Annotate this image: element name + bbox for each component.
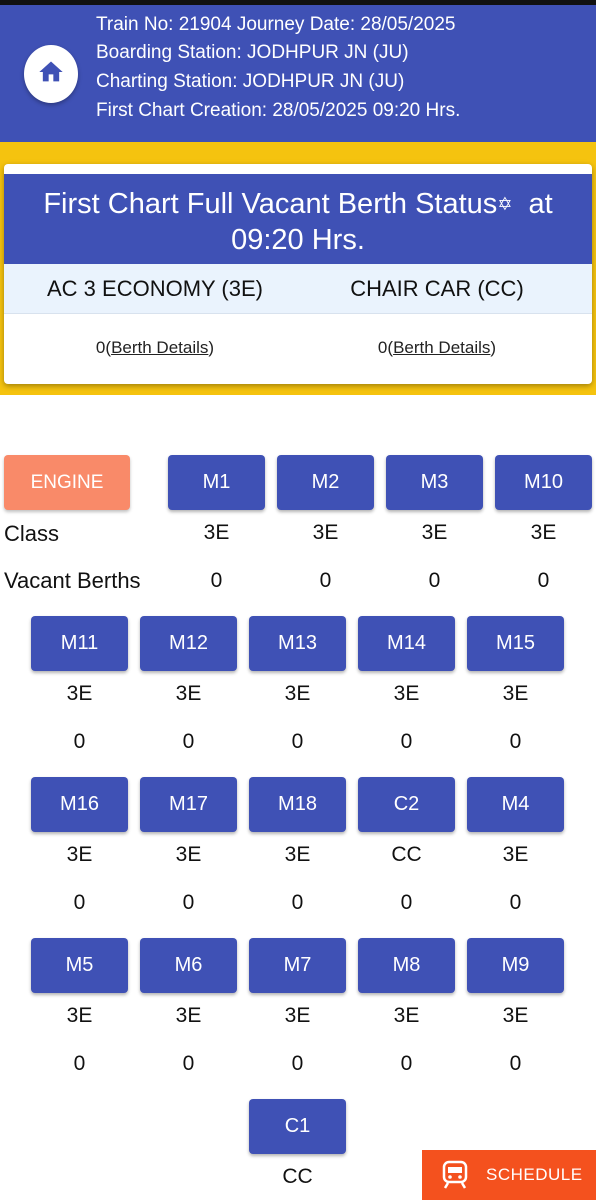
coach-vacant-berths: 0 — [537, 569, 550, 592]
coach-class: CC — [391, 843, 422, 866]
coach-button-m13[interactable]: M13 — [249, 616, 346, 671]
star-of-david-icon: ✡ — [497, 194, 513, 214]
coach-vacant-berths: 0 — [428, 569, 441, 592]
train-icon — [442, 1160, 468, 1190]
coach-class: 3E — [421, 521, 448, 544]
coach-button-m4[interactable]: M4 — [467, 777, 564, 832]
home-icon — [36, 58, 66, 91]
coach-vacant-berths: 0 — [73, 1052, 86, 1075]
coach-class: CC — [282, 1165, 313, 1188]
card-title-text: First Chart Full Vacant Berth Status — [43, 188, 498, 220]
coach-class: 3E — [502, 1004, 529, 1027]
berth-details-link[interactable]: Berth Details — [111, 338, 208, 357]
coach-button-c1[interactable]: C1 — [249, 1099, 346, 1154]
coach-vacant-berths: 0 — [182, 730, 195, 753]
coach-class: 3E — [530, 521, 557, 544]
coach-button-m8[interactable]: M8 — [358, 938, 455, 993]
engine-button[interactable]: ENGINE — [4, 455, 130, 510]
coach-class: 3E — [284, 843, 311, 866]
coach-vacant-berths: 0 — [400, 891, 413, 914]
class-name-3e: AC 3 ECONOMY (3E) — [47, 276, 263, 301]
berth-count-value: 0 — [95, 338, 106, 357]
home-button[interactable] — [24, 45, 78, 103]
coach-button-m6[interactable]: M6 — [140, 938, 237, 993]
coach-button-c2[interactable]: C2 — [358, 777, 455, 832]
train-number-date: Train No: 21904 Journey Date: 28/05/2025 — [96, 14, 456, 35]
coach-button-m11[interactable]: M11 — [31, 616, 128, 671]
coach-button-m7[interactable]: M7 — [249, 938, 346, 993]
coach-class: 3E — [502, 682, 529, 705]
berth-details-link[interactable]: Berth Details — [393, 338, 490, 357]
coach-class: 3E — [66, 843, 93, 866]
coach-button-m5[interactable]: M5 — [31, 938, 128, 993]
coach-vacant-berths: 0 — [509, 730, 522, 753]
first-chart-creation: First Chart Creation: 28/05/2025 09:20 H… — [96, 100, 461, 121]
train-info-header: Train No: 21904 Journey Date: 28/05/2025… — [0, 5, 596, 142]
coach-class: 3E — [502, 843, 529, 866]
coach-button-m17[interactable]: M17 — [140, 777, 237, 832]
charting-station: Charting Station: JODHPUR JN (JU) — [96, 71, 405, 92]
vacant-berth-status-card: First Chart Full Vacant Berth Status✡ at… — [4, 164, 592, 384]
coach-button-m14[interactable]: M14 — [358, 616, 455, 671]
coach-button-m2[interactable]: M2 — [277, 455, 374, 510]
coach-class: 3E — [175, 682, 202, 705]
coach-class: 3E — [66, 682, 93, 705]
coach-vacant-berths: 0 — [400, 1052, 413, 1075]
coach-button-m15[interactable]: M15 — [467, 616, 564, 671]
berth-count-value: 0 — [377, 338, 388, 357]
coach-vacant-berths: 0 — [182, 891, 195, 914]
coach-class: 3E — [312, 521, 339, 544]
coach-vacant-berths: 0 — [210, 569, 223, 592]
coach-vacant-berths: 0 — [509, 1052, 522, 1075]
schedule-label: SCHEDULE — [486, 1165, 583, 1184]
coach-class: 3E — [284, 682, 311, 705]
card-title: First Chart Full Vacant Berth Status✡ at… — [4, 174, 592, 264]
boarding-station: Boarding Station: JODHPUR JN (JU) — [96, 42, 409, 63]
berth-count-cc: 0(Berth Details) — [377, 338, 497, 357]
coach-class: 3E — [393, 1004, 420, 1027]
coach-vacant-berths: 0 — [291, 891, 304, 914]
class-label: Class — [4, 521, 60, 546]
schedule-button[interactable]: SCHEDULE — [422, 1150, 596, 1200]
class-header-row: AC 3 ECONOMY (3E) CHAIR CAR (CC) — [4, 264, 592, 314]
coach-vacant-berths: 0 — [291, 730, 304, 753]
coach-vacant-berths: 0 — [291, 1052, 304, 1075]
coach-vacant-berths: 0 — [509, 891, 522, 914]
coach-button-m12[interactable]: M12 — [140, 616, 237, 671]
coach-class: 3E — [175, 1004, 202, 1027]
coach-class: 3E — [66, 1004, 93, 1027]
berth-count-3e: 0(Berth Details) — [95, 338, 215, 357]
vacant-berths-label: Vacant Berths — [4, 568, 141, 593]
class-name-cc: CHAIR CAR (CC) — [350, 276, 524, 301]
coach-button-m18[interactable]: M18 — [249, 777, 346, 832]
coach-vacant-berths: 0 — [400, 730, 413, 753]
coach-class: 3E — [175, 843, 202, 866]
coach-vacant-berths: 0 — [73, 891, 86, 914]
coach-button-m10[interactable]: M10 — [495, 455, 592, 510]
coach-button-m9[interactable]: M9 — [467, 938, 564, 993]
coach-class: 3E — [203, 521, 230, 544]
coach-button-m3[interactable]: M3 — [386, 455, 483, 510]
coach-class: 3E — [393, 682, 420, 705]
coach-vacant-berths: 0 — [319, 569, 332, 592]
coach-vacant-berths: 0 — [73, 730, 86, 753]
coach-vacant-berths: 0 — [182, 1052, 195, 1075]
coach-class: 3E — [284, 1004, 311, 1027]
coach-button-m1[interactable]: M1 — [168, 455, 265, 510]
coach-button-m16[interactable]: M16 — [31, 777, 128, 832]
